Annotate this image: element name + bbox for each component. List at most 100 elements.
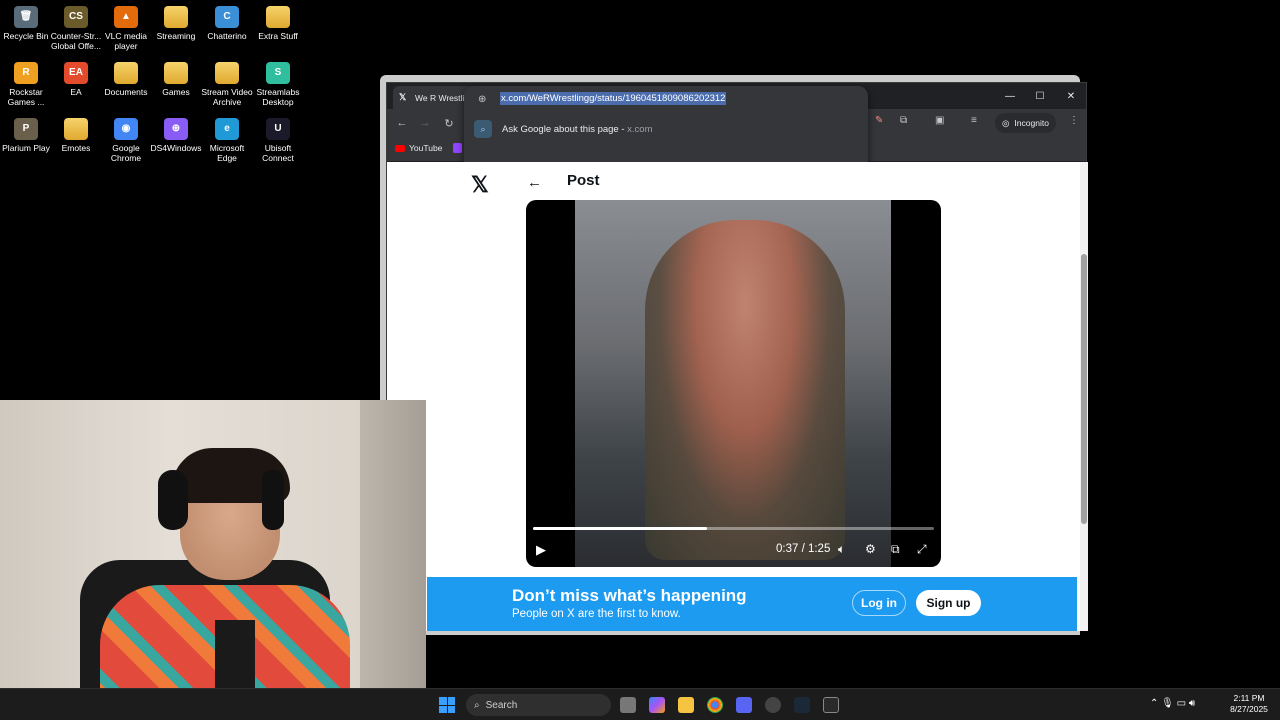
desktop-icon-label: Google Chrome xyxy=(110,143,142,163)
webcam-undershirt xyxy=(215,620,255,690)
suggestion-text: Ask Google about this page xyxy=(502,123,619,135)
minimize-button[interactable]: — xyxy=(999,87,1021,105)
desktop-icon-ubisoft-connect[interactable]: U Ubisoft Connect xyxy=(252,118,304,163)
desktop-icon-label: Rockstar Games ... xyxy=(7,87,45,107)
page-title: Post xyxy=(567,172,600,189)
microphone-icon[interactable]: 🎙︎ xyxy=(1161,698,1174,709)
omnibox-suggestion[interactable]: ⌕ Ask Google about this page - x.com xyxy=(474,120,653,138)
menu-icon[interactable]: ⋮ xyxy=(1069,115,1079,126)
desktop-icon-label: Documents xyxy=(104,87,148,97)
close-window-button[interactable]: ✕ xyxy=(1060,87,1082,105)
desktop-icon-label: Extra Stuff xyxy=(258,31,298,41)
desktop-icon-glyph xyxy=(64,118,88,140)
fullscreen-icon[interactable]: ⤢ xyxy=(917,542,927,557)
steam-icon[interactable] xyxy=(794,697,810,713)
url-input[interactable]: x.com/WeRWrestlingg/status/1960451809086… xyxy=(500,92,727,105)
video-time: 0:37 / 1:25 xyxy=(776,543,831,555)
epic-games-icon[interactable] xyxy=(823,697,839,713)
incognito-badge[interactable]: ◎ Incognito xyxy=(995,113,1056,133)
bookmark-youtube[interactable]: YouTube xyxy=(395,143,442,153)
desktop-icon-google-chrome[interactable]: ◉ Google Chrome xyxy=(100,118,152,163)
signup-banner: Don’t miss what’s happening People on X … xyxy=(427,577,1077,631)
web-page: 𝕏 ← Post ▶ 0:37 / 1:25 🔈︎ ⚙ ⧉ ⤢ Don’t mi… xyxy=(387,162,1080,631)
desktop-icon-extra-stuff[interactable]: Extra Stuff xyxy=(252,6,304,41)
desktop-icon-glyph: S xyxy=(266,62,290,84)
signup-button[interactable]: Sign up xyxy=(916,590,981,616)
video-progress-bar[interactable] xyxy=(533,527,934,530)
network-icon[interactable]: ▭ xyxy=(1177,698,1186,709)
site-info-icon[interactable]: ⊕ xyxy=(478,94,486,105)
desktop-icon-glyph: EA xyxy=(64,62,88,84)
desktop-icon-glyph: ⊕ xyxy=(164,118,188,140)
desktop-icon-stream-video-archive[interactable]: Stream Video Archive xyxy=(201,62,253,107)
desktop-icon-counter-str-global-offe[interactable]: CS Counter-Str... Global Offe... xyxy=(50,6,102,51)
webcam-overlay xyxy=(0,400,426,720)
start-button[interactable] xyxy=(439,697,455,713)
tab-search-icon[interactable]: ▣ xyxy=(935,115,944,126)
desktop-icon-label: Chatterino xyxy=(207,31,247,41)
desktop-icon-ea[interactable]: EA EA xyxy=(50,62,102,97)
suggestion-domain: x.com xyxy=(627,123,653,135)
search-placeholder: Search xyxy=(485,699,518,711)
browser-window: 𝕏 We R Wrestling on X: "Doug 🔊︎ ✕ + — ☐ … xyxy=(386,82,1088,631)
desktop-icon-glyph: R xyxy=(14,62,38,84)
desktop-icon-microsoft-edge[interactable]: e Microsoft Edge xyxy=(201,118,253,163)
taskbar-clock[interactable]: 2:11 PM 8/27/2025 xyxy=(1224,693,1274,715)
desktop-icon-label: Recycle Bin xyxy=(3,31,49,41)
chevron-up-icon[interactable]: ⌃ xyxy=(1150,698,1158,709)
play-icon[interactable]: ▶ xyxy=(536,542,546,558)
video-player[interactable]: ▶ 0:37 / 1:25 🔈︎ ⚙ ⧉ ⤢ xyxy=(526,200,941,567)
desktop-icon-recycle-bin[interactable]: 🗑 Recycle Bin xyxy=(0,6,52,41)
desktop-icon-documents[interactable]: Documents xyxy=(100,62,152,97)
desktop-icon-games[interactable]: Games xyxy=(150,62,202,97)
x-logo-icon[interactable]: 𝕏 xyxy=(471,172,489,198)
twitch-icon[interactable] xyxy=(453,143,462,153)
desktop-icon-vlc-media-player[interactable]: ▲ VLC media player xyxy=(100,6,152,51)
extensions-puzzle-icon[interactable]: ⧉ xyxy=(900,115,907,126)
desktop-icon-label: Microsoft Edge xyxy=(209,143,245,163)
desktop-icon-ds4windows[interactable]: ⊕ DS4Windows xyxy=(150,118,202,153)
taskbar-search[interactable]: ⌕ Search xyxy=(466,694,611,716)
desktop-icon-glyph: 🗑 xyxy=(14,6,38,28)
desktop-icon-label: Games xyxy=(162,87,190,97)
desktop-icon-glyph: CS xyxy=(64,6,88,28)
desktop-icon-streamlabs-desktop[interactable]: S Streamlabs Desktop xyxy=(252,62,304,107)
video-progress-fill xyxy=(533,527,708,530)
maximize-button[interactable]: ☐ xyxy=(1029,87,1051,105)
copilot-icon[interactable] xyxy=(649,697,665,713)
headset-icon xyxy=(158,470,188,530)
desktop-icon-emotes[interactable]: Emotes xyxy=(50,118,102,153)
pip-icon[interactable]: ⧉ xyxy=(891,542,900,557)
discord-icon[interactable] xyxy=(736,697,752,713)
desktop-icon-glyph xyxy=(164,6,188,28)
back-icon[interactable]: ← xyxy=(394,115,410,131)
login-button[interactable]: Log in xyxy=(852,590,906,616)
extension-icon[interactable]: ✎ xyxy=(875,115,883,126)
desktop-icon-label: Streaming xyxy=(156,31,196,41)
forward-icon[interactable]: → xyxy=(417,115,433,131)
search-icon: ⌕ xyxy=(474,699,480,711)
desktop-icon-rockstar-games[interactable]: R Rockstar Games ... xyxy=(0,62,52,107)
obs-icon[interactable] xyxy=(765,697,781,713)
desktop-icon-streaming[interactable]: Streaming xyxy=(150,6,202,41)
file-explorer-icon[interactable] xyxy=(678,697,694,713)
omnibox-dropdown[interactable]: ⊕ x.com/WeRWrestlingg/status/19604518090… xyxy=(464,86,868,172)
volume-tray-icon[interactable]: 🔊︎ xyxy=(1189,698,1195,709)
reload-icon[interactable]: ↻ xyxy=(441,115,457,131)
desktop-icon-glyph: P xyxy=(14,118,38,140)
video-frame xyxy=(575,200,891,567)
scrollbar-thumb[interactable] xyxy=(1081,254,1087,524)
taskbar: ⌕ Search ⌃ 🎙︎ ▭ 🔊︎ 2:11 PM 8/27/2025 xyxy=(0,688,1280,720)
desktop-icon-label: Stream Video Archive xyxy=(201,87,253,107)
desktop-icon-plarium-play[interactable]: P Plarium Play xyxy=(0,118,52,153)
volume-icon[interactable]: 🔈︎ xyxy=(838,542,845,557)
system-tray[interactable]: ⌃ 🎙︎ ▭ 🔊︎ xyxy=(1150,698,1195,709)
reading-list-icon[interactable]: ≡ xyxy=(971,115,977,126)
back-arrow-icon[interactable]: ← xyxy=(527,174,542,191)
desktop-icon-label: Ubisoft Connect xyxy=(262,143,294,163)
desktop-icon-chatterino[interactable]: C Chatterino xyxy=(201,6,253,41)
chrome-icon[interactable] xyxy=(707,697,723,713)
settings-gear-icon[interactable]: ⚙ xyxy=(865,542,876,556)
task-view-icon[interactable] xyxy=(620,697,636,713)
page-scrollbar[interactable] xyxy=(1080,162,1088,631)
